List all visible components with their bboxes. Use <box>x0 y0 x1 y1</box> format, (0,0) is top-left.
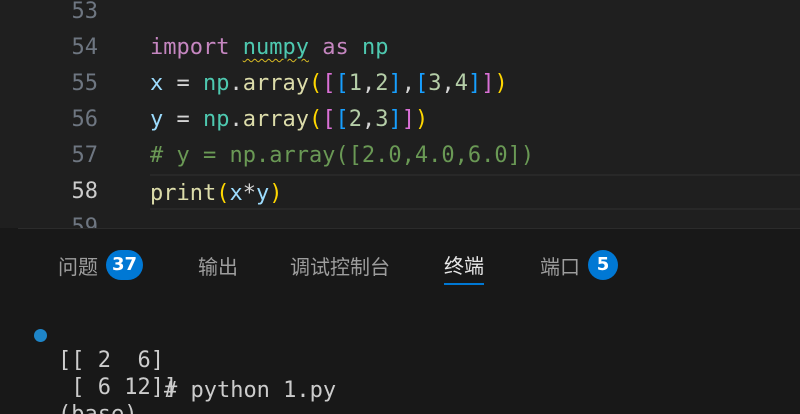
terminal-command-line: # python 1.py <box>34 321 336 403</box>
operator: * <box>242 181 256 206</box>
bracket: [ <box>322 107 336 132</box>
line-content[interactable]: x = np.array([[1,2],[3,4]]) <box>150 66 800 102</box>
line-content[interactable]: y = np.array([[2,3]]) <box>150 102 800 138</box>
terminal-output[interactable]: # python 1.py [[ 2 6] [ 6 12]] (base) <box>18 317 800 414</box>
comma: , <box>361 71 376 96</box>
bracket: ] <box>481 71 495 96</box>
line-number: 54 <box>71 35 99 60</box>
line-number: 55 <box>71 71 99 96</box>
tab-label: 调试控制台 <box>290 254 390 279</box>
operator: = <box>163 107 203 132</box>
code-line-current: 58 print(x*y) <box>0 174 800 210</box>
tab-debug-console[interactable]: 调试控制台 <box>290 245 390 285</box>
vscode-window: 53 54 import numpy as np 55 x = np.array… <box>0 0 800 414</box>
module-name-warning[interactable]: numpy <box>243 35 309 60</box>
paren: ) <box>414 107 429 132</box>
line-content[interactable]: print(x*y) <box>150 174 800 210</box>
bracket: [ <box>335 71 349 96</box>
line-number: 57 <box>71 143 99 168</box>
terminal-prompt: (base) <box>58 401 137 414</box>
line-number: 58 <box>71 179 99 204</box>
number: 1 <box>348 71 362 96</box>
terminal-command: # python 1.py <box>163 378 337 403</box>
bracket: [ <box>414 71 429 96</box>
paren: ( <box>308 107 323 132</box>
paren: ) <box>269 181 283 206</box>
tab-output[interactable]: 输出 <box>198 245 238 285</box>
tab-ports[interactable]: 端口 5 <box>540 245 618 285</box>
tab-terminal[interactable]: 终端 <box>444 245 484 285</box>
variable: x <box>150 71 164 96</box>
comma: , <box>361 107 376 132</box>
terminal-line: [[ 2 6] <box>58 348 164 373</box>
tab-label: 终端 <box>444 253 484 278</box>
line-content[interactable] <box>150 210 800 228</box>
module-ref: np <box>203 71 230 96</box>
dot: . <box>229 107 243 132</box>
number: 3 <box>375 107 389 132</box>
dot: . <box>229 71 243 96</box>
function-call: array <box>242 71 309 96</box>
comma: , <box>401 71 415 96</box>
keyword-as: as <box>322 35 349 60</box>
terminal-line: [ 6 12]] <box>58 375 178 400</box>
number: 2 <box>375 71 389 96</box>
bracket: ] <box>467 71 482 96</box>
operator: = <box>163 71 203 96</box>
comma: , <box>441 71 455 96</box>
variable: x <box>229 181 243 206</box>
bracket: [ <box>335 107 349 132</box>
line-content[interactable] <box>150 0 800 30</box>
code-line: 53 <box>0 0 800 30</box>
tab-problems[interactable]: 问题 37 <box>58 245 144 285</box>
code-line: 56 y = np.array([[2,3]]) <box>0 102 800 138</box>
number: 3 <box>428 71 442 96</box>
code-line: 59 <box>0 210 800 228</box>
code-editor[interactable]: 53 54 import numpy as np 55 x = np.array… <box>0 0 800 228</box>
number: 4 <box>454 71 468 96</box>
bracket: [ <box>322 71 336 96</box>
variable: y <box>255 181 270 206</box>
paren: ) <box>494 71 508 96</box>
keyword-import: import <box>150 35 230 60</box>
comment: # y = np.array([2.0,4.0,6.0]) <box>150 143 535 168</box>
tab-label: 输出 <box>198 254 238 279</box>
line-number: 53 <box>71 0 99 24</box>
panel-tab-bar: 问题 37 输出 调试控制台 终端 端口 5 <box>18 229 800 291</box>
function-call: array <box>242 107 309 132</box>
variable: y <box>150 107 164 132</box>
paren: ( <box>216 181 230 206</box>
module-ref: np <box>203 107 230 132</box>
line-content[interactable]: # y = np.array([2.0,4.0,6.0]) <box>150 138 800 174</box>
bottom-panel: 问题 37 输出 调试控制台 终端 端口 5 # python 1.py [[ … <box>18 228 800 414</box>
ports-count-badge: 5 <box>588 250 618 280</box>
line-content[interactable]: import numpy as np <box>150 30 800 66</box>
code-line: 57 # y = np.array([2.0,4.0,6.0]) <box>0 138 800 174</box>
paren: ( <box>308 71 323 96</box>
bracket: ] <box>401 107 415 132</box>
tab-label: 问题 <box>58 254 98 279</box>
function-call: print <box>150 181 217 206</box>
number: 2 <box>348 107 362 132</box>
code-line: 55 x = np.array([[1,2],[3,4]]) <box>0 66 800 102</box>
tab-label: 端口 <box>540 254 580 279</box>
alias-name: np <box>361 35 389 60</box>
line-number: 56 <box>71 107 99 132</box>
bracket: ] <box>388 107 402 132</box>
code-line: 54 import numpy as np <box>0 30 800 66</box>
bracket: ] <box>388 71 402 96</box>
line-number: 59 <box>71 215 99 228</box>
command-status-dot-icon[interactable] <box>34 329 47 342</box>
problems-count-badge: 37 <box>106 250 144 280</box>
